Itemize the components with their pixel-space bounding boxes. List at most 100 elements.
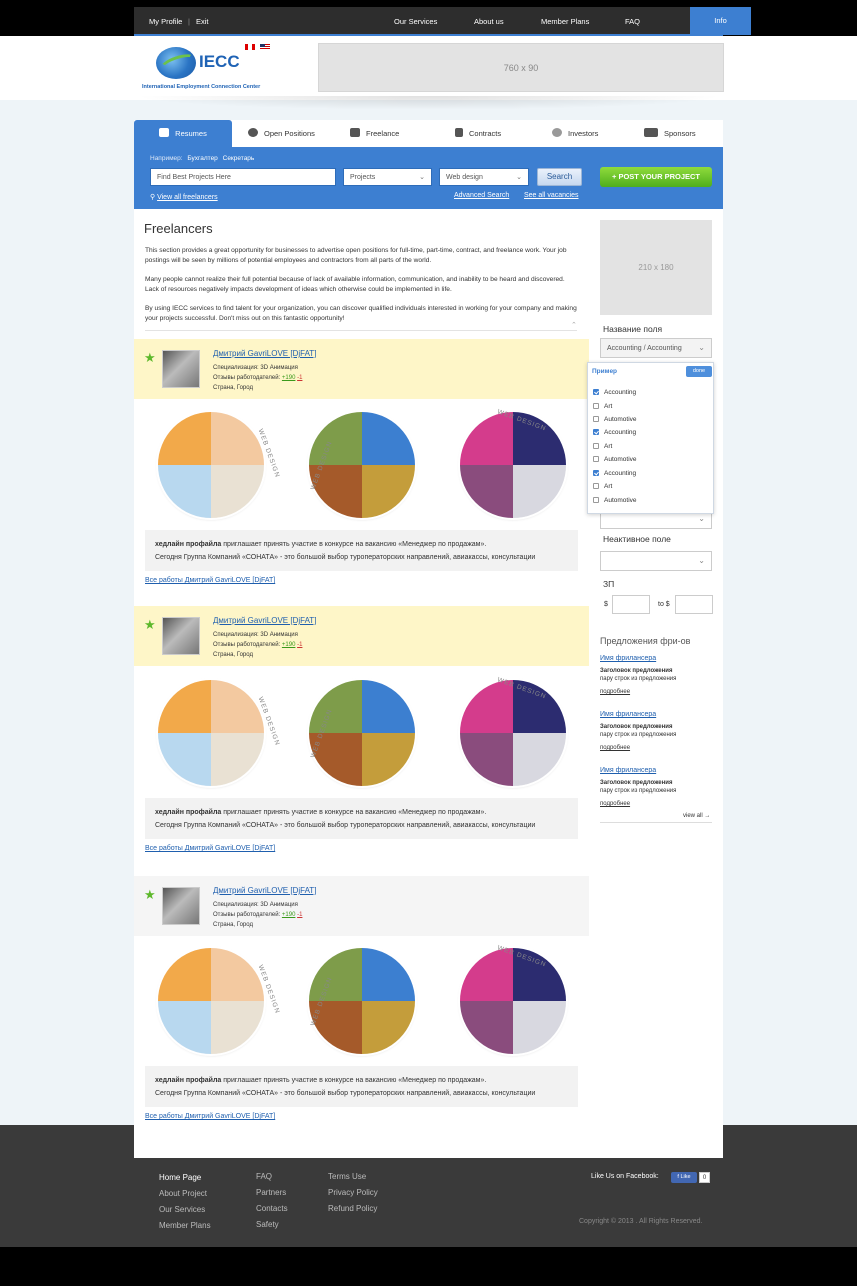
offer-more-link[interactable]: подробнее: [600, 745, 630, 751]
all-works-link[interactable]: Все работы Дмитрий GavriLOVE [DjFAT]: [145, 577, 275, 584]
footer-link-plans[interactable]: Member Plans: [159, 1221, 211, 1230]
collapse-icon[interactable]: ⌃: [571, 321, 577, 329]
sidebar-ad[interactable]: 210 x 180: [600, 220, 712, 315]
checkbox-checked[interactable]: [593, 429, 599, 435]
salary-from-input[interactable]: [612, 595, 650, 614]
nav-member-plans[interactable]: Member Plans: [541, 17, 589, 26]
offer-more-link[interactable]: подробнее: [600, 689, 630, 695]
post-project-button[interactable]: + POST YOUR PROJECT: [600, 167, 712, 187]
category-select[interactable]: Projects ⌄: [343, 168, 432, 186]
search-input[interactable]: Find Best Projects Here: [150, 168, 336, 186]
star-icon[interactable]: ★: [144, 617, 156, 633]
option-label: Accounting: [604, 429, 637, 436]
footer-link-about[interactable]: About Project: [159, 1189, 207, 1198]
view-all-offers-link[interactable]: view all →: [683, 813, 710, 819]
freelancer-card-header: ★ Дмитрий GavriLOVE [DjFAT] Специализаци…: [134, 339, 589, 399]
freelancer-name-link[interactable]: Дмитрий GavriLOVE [DjFAT]: [213, 616, 316, 625]
negative-reviews[interactable]: -1: [297, 642, 302, 648]
tab-contracts[interactable]: Contracts: [455, 120, 501, 147]
portfolio-image[interactable]: [158, 948, 264, 1054]
checkbox[interactable]: [593, 456, 599, 462]
star-icon[interactable]: ★: [144, 887, 156, 903]
offer-freelancer-link[interactable]: Имя фрилансера: [600, 655, 656, 662]
portfolio-image[interactable]: [460, 680, 566, 786]
checkbox[interactable]: [593, 416, 599, 422]
footer-link-terms[interactable]: Terms Use: [328, 1172, 366, 1181]
avatar[interactable]: [162, 887, 200, 925]
dropdown-option[interactable]: Automotive: [593, 456, 637, 463]
checkbox[interactable]: [593, 497, 599, 503]
positive-reviews[interactable]: +190: [282, 912, 296, 918]
subcategory-select[interactable]: Web design ⌄: [439, 168, 529, 186]
nav-about-us[interactable]: About us: [474, 17, 504, 26]
footer-link-privacy[interactable]: Privacy Policy: [328, 1188, 378, 1197]
usa-flag-icon[interactable]: [260, 44, 270, 50]
checkbox[interactable]: [593, 483, 599, 489]
my-profile-link[interactable]: My Profile: [149, 17, 182, 26]
footer-link-services[interactable]: Our Services: [159, 1205, 205, 1214]
portfolio-image[interactable]: [460, 412, 566, 518]
tab-freelance[interactable]: Freelance: [350, 120, 399, 147]
offer-freelancer-link[interactable]: Имя фрилансера: [600, 767, 656, 774]
positive-reviews[interactable]: +190: [282, 375, 296, 381]
nav-our-services[interactable]: Our Services: [394, 17, 437, 26]
avatar[interactable]: [162, 350, 200, 388]
dropdown-option[interactable]: Art: [593, 443, 612, 450]
facebook-like-button[interactable]: f Like: [671, 1172, 697, 1183]
dropdown-done-button[interactable]: done: [686, 366, 712, 377]
advanced-search-link[interactable]: Advanced Search: [454, 192, 509, 199]
dropdown-option[interactable]: Automotive: [593, 416, 637, 423]
view-all-freelancers[interactable]: ⚲ View all freelancers: [150, 193, 218, 201]
footer-link-refund[interactable]: Refund Policy: [328, 1204, 377, 1213]
dropdown-option[interactable]: Art: [593, 403, 612, 410]
footer-link-home[interactable]: Home Page: [159, 1173, 201, 1182]
see-all-vacancies-link[interactable]: See all vacancies: [524, 192, 578, 199]
canada-flag-icon[interactable]: [245, 44, 255, 50]
offer-more-link[interactable]: подробнее: [600, 801, 630, 807]
negative-reviews[interactable]: -1: [297, 375, 302, 381]
tab-investors[interactable]: Investors: [552, 120, 598, 147]
all-works-link[interactable]: Все работы Дмитрий GavriLOVE [DjFAT]: [145, 845, 275, 852]
field-select[interactable]: Accounting / Accounting ⌄: [600, 338, 712, 358]
freelancer-name-link[interactable]: Дмитрий GavriLOVE [DjFAT]: [213, 886, 316, 895]
banner-ad[interactable]: 760 x 90: [318, 43, 724, 92]
dropdown-option[interactable]: Accounting: [593, 470, 636, 477]
tab-sponsors[interactable]: Sponsors: [644, 120, 696, 147]
offer-freelancer-link[interactable]: Имя фрилансера: [600, 711, 656, 718]
footer-link-faq[interactable]: FAQ: [256, 1172, 272, 1181]
checkbox-checked[interactable]: [593, 470, 599, 476]
footer-link-contacts[interactable]: Contacts: [256, 1204, 288, 1213]
negative-reviews[interactable]: -1: [297, 912, 302, 918]
all-works-link[interactable]: Все работы Дмитрий GavriLOVE [DjFAT]: [145, 1113, 275, 1120]
view-all-freelancers-link[interactable]: View all freelancers: [157, 194, 218, 201]
checkbox[interactable]: [593, 443, 599, 449]
example-link-accountant[interactable]: Бухгалтер: [187, 155, 217, 162]
portfolio-image[interactable]: [158, 680, 264, 786]
portfolio-image[interactable]: [460, 948, 566, 1054]
like-label: Like: [680, 1174, 691, 1180]
checkbox[interactable]: [593, 403, 599, 409]
exit-link[interactable]: Exit: [196, 17, 209, 26]
dropdown-option[interactable]: Accounting: [593, 389, 636, 396]
tab-open-positions[interactable]: Open Positions: [248, 120, 315, 147]
reviews-label: Отзывы работодателей:: [213, 912, 281, 918]
tab-resumes[interactable]: Resumes: [134, 120, 232, 147]
freelancer-name-link[interactable]: Дмитрий GavriLOVE [DjFAT]: [213, 349, 316, 358]
footer-link-safety[interactable]: Safety: [256, 1220, 279, 1229]
footer-link-partners[interactable]: Partners: [256, 1188, 286, 1197]
example-link-secretary[interactable]: Секретарь: [223, 155, 255, 162]
avatar[interactable]: [162, 617, 200, 655]
dropdown-option[interactable]: Art: [593, 483, 612, 490]
salary-to-input[interactable]: [675, 595, 713, 614]
nav-info[interactable]: Info: [690, 7, 751, 35]
nav-faq[interactable]: FAQ: [625, 17, 640, 26]
dropdown-option[interactable]: Automotive: [593, 497, 637, 504]
checkbox-checked[interactable]: [593, 389, 599, 395]
dropdown-option[interactable]: Accounting: [593, 429, 636, 436]
portfolio-image[interactable]: [158, 412, 264, 518]
positive-reviews[interactable]: +190: [282, 642, 296, 648]
quote-text: Сегодня Группа Компаний «СОНАТА» - это б…: [155, 554, 536, 561]
search-button[interactable]: Search: [537, 168, 582, 186]
logo-text[interactable]: IECC: [199, 52, 240, 72]
star-icon[interactable]: ★: [144, 350, 156, 366]
